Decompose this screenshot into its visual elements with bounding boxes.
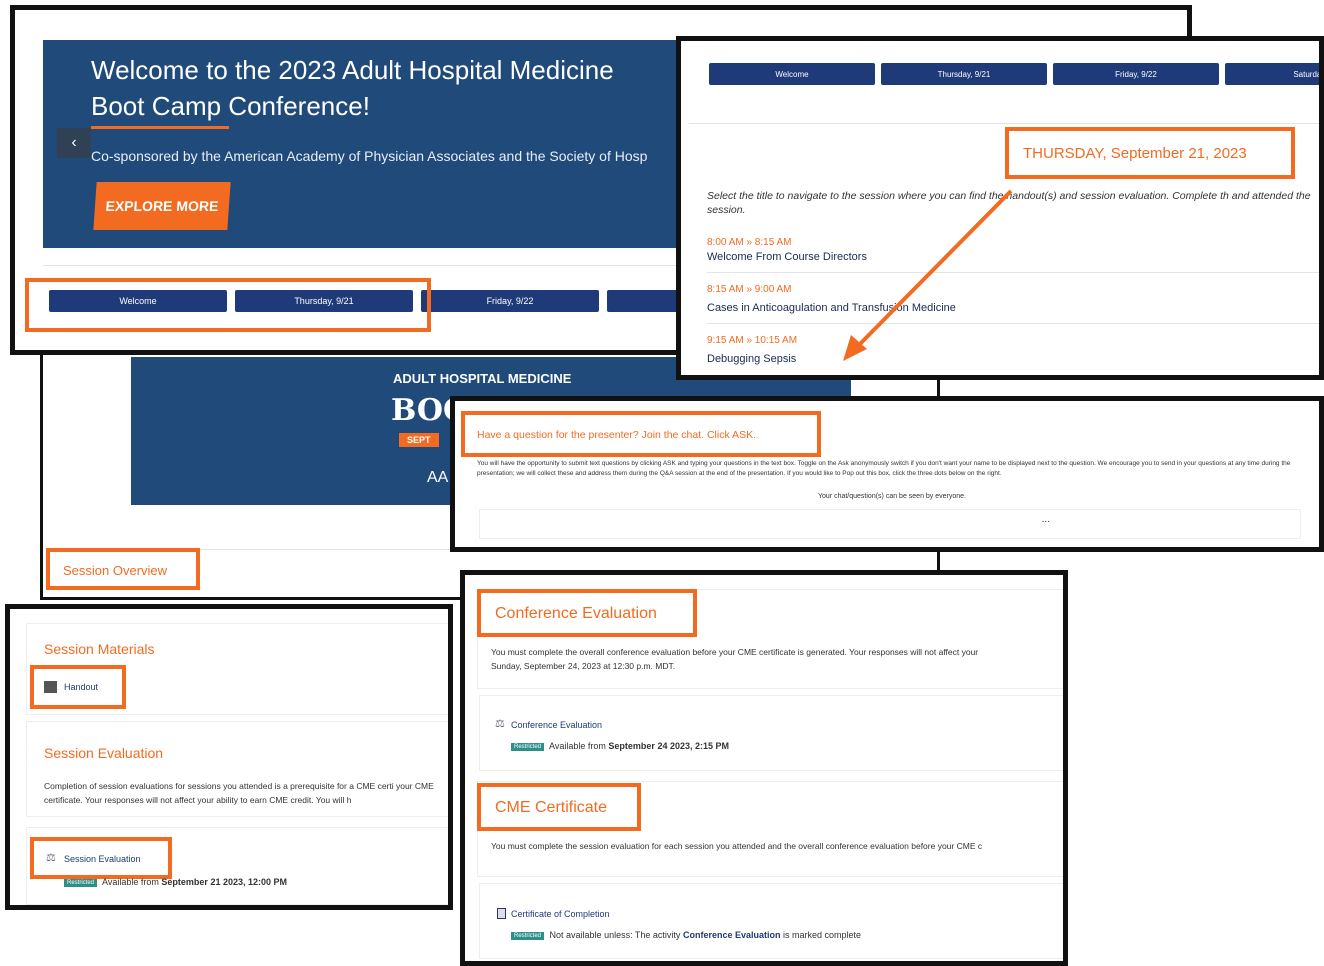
tab-friday[interactable]: Friday, 9/22 bbox=[1053, 63, 1219, 85]
session-overview-tab[interactable]: Session Overview bbox=[63, 563, 167, 578]
session-time: 8:00 AM » 8:15 AM bbox=[707, 237, 792, 248]
session-overview-highlight: Session Overview bbox=[46, 548, 200, 590]
banner-ribbon: SEPT bbox=[399, 433, 439, 447]
document-icon bbox=[44, 681, 57, 693]
banner-top-text: ADULT HOSPITAL MEDICINE bbox=[393, 371, 572, 386]
cme-certificate-heading: CME Certificate bbox=[495, 799, 608, 816]
chat-panel: Have a question for the presenter? Join … bbox=[450, 396, 1324, 552]
chat-body: You will have the opportunity to submit … bbox=[477, 460, 1291, 477]
session-materials-heading: Session Materials bbox=[44, 641, 155, 657]
session-evaluation-heading: Session Evaluation bbox=[44, 745, 164, 761]
session-evaluation-link-highlight: ⚖ Session Evaluation bbox=[30, 837, 172, 879]
chat-heading: Have a question for the presenter? Join … bbox=[477, 429, 756, 441]
conference-evaluation-panel: Conference Evaluation You must complete … bbox=[460, 570, 1068, 966]
hero-title: Welcome to the 2023 Adult Hospital Medic… bbox=[91, 55, 614, 121]
hero-subtitle: Co-sponsored by the American Academy of … bbox=[91, 148, 648, 164]
thursday-schedule-panel: Welcome Thursday, 9/21 Friday, 9/22 Satu… bbox=[676, 36, 1324, 380]
certificate-icon bbox=[497, 908, 506, 919]
not-available-text: Not available unless: The activity bbox=[549, 930, 681, 940]
conf-eval-body-line-1: You must complete the overall conference… bbox=[491, 647, 979, 657]
certificate-link[interactable]: Certificate of Completion bbox=[511, 909, 610, 919]
carousel-prev-icon[interactable]: ‹ bbox=[57, 128, 91, 158]
tab-saturday[interactable]: Saturday, bbox=[1225, 63, 1319, 85]
conf-eval-body-line-2: Sunday, September 24, 2023 at 12:30 p.m.… bbox=[491, 661, 676, 671]
session-time: 9:15 AM » 10:15 AM bbox=[707, 335, 798, 346]
available-date: September 21 2023, 12:00 PM bbox=[161, 877, 287, 887]
chat-visibility: Your chat/question(s) can be seen by eve… bbox=[817, 493, 966, 500]
chat-more-options[interactable]: ... bbox=[1042, 514, 1050, 525]
conference-evaluation-heading: Conference Evaluation bbox=[495, 605, 657, 622]
pointer-arrow-icon bbox=[843, 189, 1013, 361]
session-materials-panel: Session Materials Handout Session Evalua… bbox=[5, 604, 453, 910]
available-text: Available from bbox=[102, 877, 159, 887]
chat-box[interactable]: ... bbox=[479, 509, 1301, 539]
session-link[interactable]: Debugging Sepsis bbox=[707, 353, 796, 365]
conference-evaluation-activity-link[interactable]: Conference Evaluation bbox=[683, 930, 781, 940]
session-time: 8:15 AM » 9:00 AM bbox=[707, 284, 792, 295]
date-heading-highlight: THURSDAY, September 21, 2023 bbox=[1005, 127, 1295, 179]
available-text: Available from bbox=[549, 741, 606, 751]
available-date: September 24 2023, 2:15 PM bbox=[608, 741, 729, 751]
handout-highlight: Handout bbox=[30, 665, 126, 709]
date-heading: THURSDAY, September 21, 2023 bbox=[1023, 145, 1247, 162]
conference-evaluation-link[interactable]: Conference Evaluation bbox=[511, 720, 602, 730]
cme-certificate-heading-highlight: CME Certificate bbox=[477, 783, 641, 831]
restricted-badge: Restricted bbox=[511, 931, 545, 940]
banner-small-text: AA bbox=[427, 469, 449, 486]
restricted-badge: Restricted bbox=[511, 742, 545, 751]
tab-welcome[interactable]: Welcome bbox=[709, 63, 875, 85]
tab-thursday[interactable]: Thursday, 9/21 bbox=[881, 63, 1047, 85]
scale-icon: ⚖ bbox=[495, 718, 505, 730]
availability-line: Restricted Available from September 21 2… bbox=[64, 877, 287, 887]
restricted-badge: Restricted bbox=[64, 878, 98, 887]
conference-evaluation-heading-highlight: Conference Evaluation bbox=[477, 589, 697, 637]
session-evaluation-link[interactable]: Session Evaluation bbox=[64, 854, 141, 864]
conference-evaluation-body: You must complete the overall conference… bbox=[491, 645, 1063, 673]
not-available-line: Restricted Not available unless: The act… bbox=[511, 930, 861, 940]
scale-icon: ⚖ bbox=[46, 852, 56, 864]
cme-certificate-body: You must complete the session evaluation… bbox=[491, 841, 983, 851]
chat-heading-highlight: Have a question for the presenter? Join … bbox=[461, 411, 821, 457]
not-available-suffix: is marked complete bbox=[783, 930, 862, 940]
session-evaluation-body: Completion of session evaluations for se… bbox=[44, 781, 434, 805]
availability-line: Restricted Available from September 24 2… bbox=[511, 741, 729, 751]
explore-more-button[interactable]: EXPLORE MORE bbox=[93, 182, 231, 230]
tab-friday[interactable]: Friday, 9/22 bbox=[421, 290, 599, 312]
tabs-highlight bbox=[25, 278, 431, 332]
hero-underline bbox=[91, 126, 229, 129]
handout-link[interactable]: Handout bbox=[64, 682, 98, 692]
